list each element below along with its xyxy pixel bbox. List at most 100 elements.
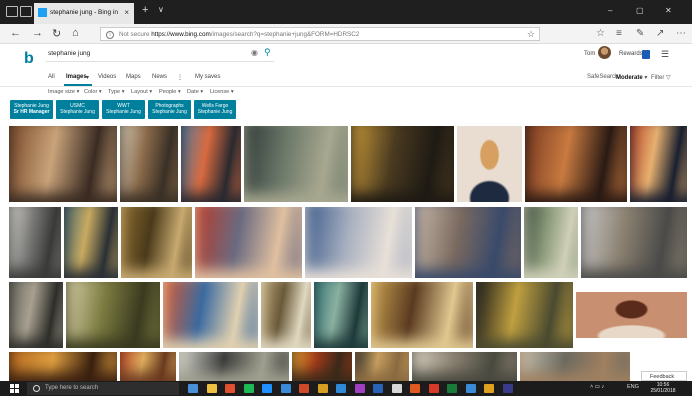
result-image-portrait[interactable] (457, 126, 522, 202)
hamburger-menu-icon[interactable]: ☰ (661, 49, 669, 60)
result-image[interactable] (520, 352, 630, 381)
related-chip[interactable]: WWT Stephanie Jung (102, 100, 145, 119)
taskbar-app-icon[interactable] (225, 384, 235, 393)
result-image[interactable] (244, 126, 348, 202)
result-image[interactable] (371, 282, 473, 348)
reading-list-icon[interactable]: ≡ (616, 28, 622, 39)
language-indicator[interactable]: ENG (627, 384, 639, 390)
result-image[interactable] (314, 282, 368, 348)
taskbar-app-icon[interactable] (447, 384, 457, 393)
result-image[interactable] (351, 126, 454, 202)
filter-license[interactable]: License ▾ (210, 89, 234, 95)
scope-my-saves[interactable]: My saves (195, 74, 220, 80)
taskbar-app-icon[interactable] (299, 384, 309, 393)
user-name[interactable]: Tom (584, 51, 595, 57)
result-image[interactable] (121, 207, 192, 278)
taskbar-app-icon[interactable] (373, 384, 383, 393)
result-image[interactable] (9, 207, 61, 278)
result-image[interactable] (179, 352, 289, 381)
tab-list-chevron-icon[interactable]: ∨ (158, 5, 164, 14)
filter-color[interactable]: Color ▾ (84, 89, 102, 95)
rewards-label[interactable]: Rewards (619, 51, 643, 57)
result-image[interactable] (292, 352, 352, 381)
search-input[interactable]: stephanie jung ◉ ⚲ (46, 46, 274, 62)
filter-date[interactable]: Date ▾ (187, 89, 203, 95)
scope-videos[interactable]: Videos (98, 74, 116, 80)
filter-people[interactable]: People ▾ (159, 89, 181, 95)
result-image[interactable] (9, 282, 63, 348)
taskbar-app-icon[interactable] (354, 384, 365, 393)
result-image[interactable] (415, 207, 521, 278)
taskbar-search-input[interactable]: Type here to search (27, 382, 179, 395)
maximize-button[interactable]: ▢ (636, 6, 644, 15)
taskbar-app-icon[interactable] (502, 384, 513, 393)
result-image[interactable] (630, 126, 687, 202)
camera-search-icon[interactable]: ◉ (251, 48, 258, 57)
feedback-button[interactable]: Feedback (641, 371, 687, 381)
safesearch-value[interactable]: Moderate ▾ (616, 74, 647, 81)
result-image[interactable] (9, 352, 117, 381)
taskbar-app-icon[interactable] (206, 384, 217, 393)
address-bar[interactable]: i Not secure https://www.bing.com/images… (100, 27, 540, 41)
favorite-star-icon[interactable]: ☆ (527, 29, 535, 40)
scope-maps[interactable]: Maps (126, 74, 141, 80)
windows-start-icon[interactable] (10, 384, 19, 393)
result-image[interactable] (261, 282, 311, 348)
result-image[interactable] (524, 207, 578, 278)
share-icon[interactable]: ↗ (656, 28, 664, 39)
related-chip[interactable]: Photographs Stephanie Jung (148, 100, 191, 119)
taskbar-app-icon[interactable] (484, 384, 494, 393)
scope-more[interactable]: ⋮ (177, 74, 183, 81)
result-image[interactable] (120, 352, 176, 381)
back-arrow-icon[interactable]: ← (10, 27, 21, 39)
scope-images[interactable]: Images (66, 74, 87, 80)
filter-type[interactable]: Type ▾ (108, 89, 125, 95)
result-image[interactable] (66, 282, 160, 348)
related-chip[interactable]: Stephanie Jung Sr HR Manager (10, 100, 53, 119)
tab-preview-icon[interactable] (6, 6, 18, 17)
scope-all[interactable]: All (48, 74, 55, 80)
favorites-icon[interactable]: ☆ (596, 28, 605, 39)
taskbar-app-icon[interactable] (317, 384, 328, 393)
taskbar-app-icon[interactable] (410, 384, 420, 393)
result-image[interactable] (412, 352, 517, 381)
result-image[interactable] (181, 126, 241, 202)
filter-image-size[interactable]: Image size ▾ (48, 89, 79, 95)
refresh-icon[interactable]: ↻ (52, 27, 61, 40)
filter-button[interactable]: Filter ▽ (651, 74, 671, 81)
taskbar-app-icon[interactable] (262, 384, 272, 393)
taskbar-app-icon[interactable] (188, 384, 198, 393)
related-chip[interactable]: Wells Fargo Stephanie Jung (194, 100, 236, 119)
result-image[interactable] (581, 207, 687, 278)
close-window-button[interactable]: ✕ (665, 6, 672, 15)
taskbar-app-icon[interactable] (391, 384, 402, 393)
forward-arrow-icon[interactable]: → (32, 27, 43, 39)
result-image[interactable] (195, 207, 302, 278)
scope-news[interactable]: News (152, 74, 167, 80)
result-image[interactable] (9, 126, 117, 202)
tab-active[interactable]: stephanie jung - Bing in × (34, 3, 134, 24)
result-image[interactable] (163, 282, 258, 348)
result-image[interactable] (64, 207, 118, 278)
result-image[interactable] (355, 352, 409, 381)
set-aside-tabs-icon[interactable] (20, 6, 32, 17)
result-image[interactable] (476, 282, 573, 348)
minimize-button[interactable]: – (608, 6, 612, 15)
result-image[interactable] (120, 126, 178, 202)
tray-icons[interactable]: ˄ ▭ ♪ (590, 384, 604, 390)
result-image[interactable] (525, 126, 627, 202)
result-image-portrait[interactable] (576, 292, 687, 338)
taskbar-app-icon[interactable] (280, 384, 291, 393)
more-icon[interactable]: ⋯ (676, 28, 686, 39)
search-icon[interactable]: ⚲ (264, 47, 271, 58)
avatar[interactable] (598, 46, 611, 59)
result-image[interactable] (305, 207, 412, 278)
taskbar-app-icon[interactable] (465, 384, 476, 393)
home-icon[interactable]: ⌂ (72, 27, 79, 39)
related-chip[interactable]: USMC Stephanie Jung (56, 100, 99, 119)
bing-logo[interactable]: b (24, 50, 34, 68)
taskbar-clock[interactable]: 10:56 25/01/2018 (648, 382, 678, 394)
rewards-icon[interactable] (642, 50, 650, 59)
taskbar-app-icon[interactable] (243, 384, 254, 393)
info-icon[interactable]: i (106, 31, 114, 39)
